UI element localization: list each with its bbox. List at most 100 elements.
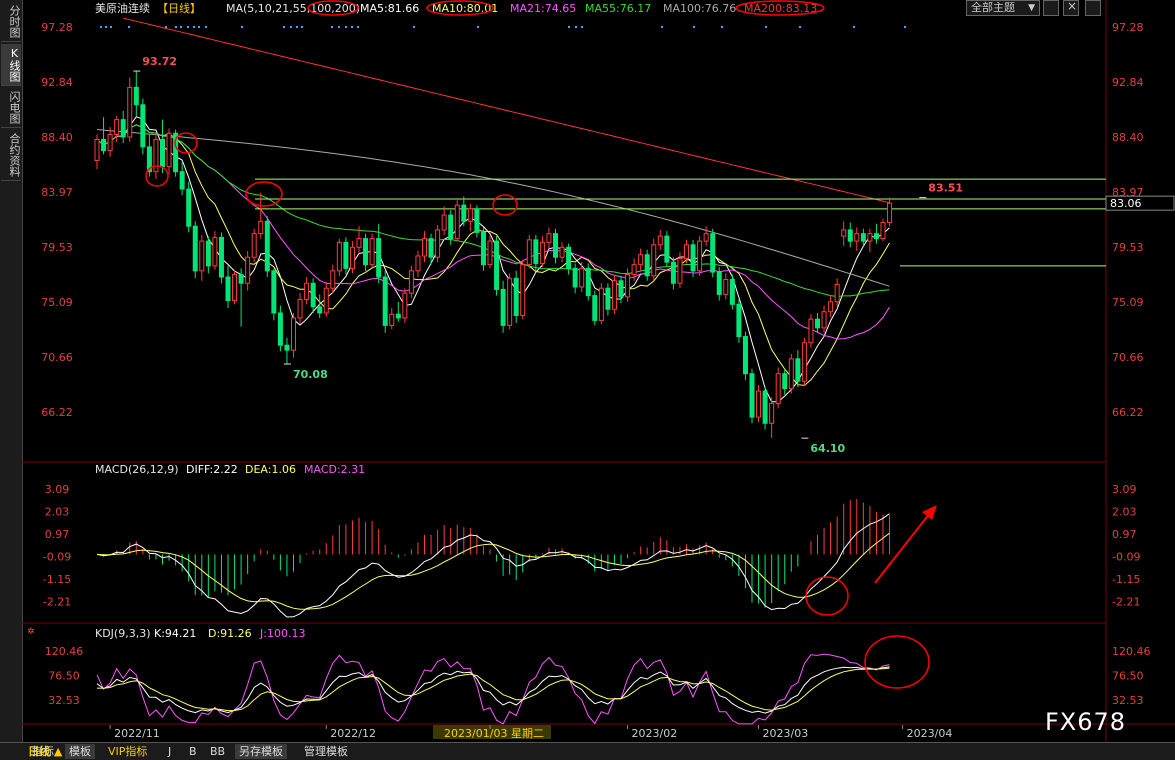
price-tick-label-left: 66.22 [41,406,73,419]
candle-body [500,288,506,326]
kdj-tick-label-right: 120.46 [1112,645,1151,658]
signal-dot [693,26,695,28]
candle-body [480,231,486,266]
candle-body [408,270,414,294]
candle-body [441,214,447,231]
signal-dot [721,26,723,28]
signal-dot [581,26,583,28]
chart-stage[interactable]: 分时图 K线图 闪电图 合约资料 美原油连续 【日线】 MA(5,10,21,5… [0,0,1175,760]
tab-b[interactable]: B [185,744,201,759]
window-size-button[interactable] [1085,0,1101,16]
candle-body [566,246,572,269]
candle-body [415,255,421,272]
kdj-title: KDJ(9,3,3) [95,627,151,640]
macd-tick-label-right: 0.97 [1112,528,1137,541]
signal-dot [799,26,801,28]
extreme-price-label: 93.72 [142,55,177,68]
tab-j[interactable]: J [164,744,175,759]
extreme-price-label: 70.08 [293,368,328,381]
macd-diff: DIFF:2.22 [186,463,238,476]
ma55-line [96,124,890,298]
macd-value: MACD:2.31 [304,463,365,476]
candle-body [611,280,617,310]
signal-dot [904,26,906,28]
signal-dot [165,26,167,28]
price-tick-label-right: 66.22 [1112,406,1144,419]
signal-dot [180,26,182,28]
arrow-head-icon [922,505,937,520]
candle-body [291,317,296,351]
candle-body [729,279,735,305]
price-chart-svg[interactable]: 美原油连续 【日线】 MA(5,10,21,55,100,200) MA5:81… [0,0,1175,742]
candle-body [363,238,369,266]
kdj-d: D:91.26 [208,627,252,640]
tab-indicators[interactable]: 指标 [28,744,58,759]
candle-body [664,235,670,263]
macd-plot [96,498,937,618]
settings-icon: ✲ [27,627,35,637]
candle-body [336,241,342,272]
candle-body [245,256,251,284]
candle-body [461,204,467,222]
candle-body [467,208,473,222]
price-tick-label-left: 97.28 [41,21,73,34]
tab-bb[interactable]: BB [206,744,229,759]
candle-body [618,280,624,298]
ma-params: MA(5,10,21,55,100,200) [226,2,360,15]
candle-body [697,240,703,272]
candle-body [448,214,454,240]
window-close-button[interactable]: × [1063,0,1079,16]
candle-body [343,241,349,269]
time-tick-label: 2023/04 [907,727,953,740]
price-tick-label-right: 75.09 [1112,296,1144,309]
tab-templates[interactable]: 模板 [65,744,95,759]
macd-title: MACD(26,12,9) [95,463,179,476]
candle-body [828,301,834,313]
candle-body [454,204,460,240]
candle-body [232,274,238,302]
candle-body [592,295,598,321]
signal-dot [661,26,663,28]
theme-dropdown[interactable]: 全部主题 ▼ [966,0,1040,16]
candle-body [474,208,480,233]
ma100-value: MA100:76.76 [663,2,736,15]
tab-save-template[interactable]: 另存模板 [235,744,287,759]
macd-dea: DEA:1.06 [245,463,296,476]
candle-body [402,292,408,319]
candle-body [579,267,585,288]
macd-highlight-oval [805,576,849,616]
signal-dot [331,26,333,28]
panel-toggle-button[interactable] [1043,0,1059,16]
tab-manage-templates[interactable]: 管理模板 [300,744,352,759]
candle-body [841,229,847,237]
candle-body [127,86,133,138]
candle-body [854,233,860,242]
candle-body [860,233,866,242]
kdj-tick-label-left: 76.50 [48,670,80,683]
candle-body [376,238,382,278]
candle-body [238,274,244,284]
candle-body [742,336,748,375]
candle-body [107,134,113,152]
macd-tick-label-right: 2.03 [1112,505,1137,518]
candle-body [356,238,362,248]
time-tick-label: 2023/01/03 星期二 [444,727,544,740]
candle-body [769,402,775,424]
candle-body [572,267,578,288]
close-icon: × [1067,0,1078,13]
last-price-tag: 83.06 [1110,197,1142,210]
candle-body [179,171,185,190]
kdj-tick-label-right: 32.53 [1112,694,1144,707]
horizontal-reference-lines [255,178,1106,267]
candle-body [736,303,742,338]
tab-vip-indicators[interactable]: VIP指标 [104,744,151,759]
candle-body [651,244,657,277]
kdj-highlight-oval [864,635,930,689]
signal-dot [575,26,577,28]
highlight-oval [492,194,518,216]
candle-body [225,276,231,302]
candle-body [684,244,689,259]
candle-body [762,390,768,424]
bottom-toolbar: 日线 ▲ 指标 模板 VIP指标 J B BB 另存模板 管理模板 [0,742,1175,760]
signal-dot [351,26,353,28]
